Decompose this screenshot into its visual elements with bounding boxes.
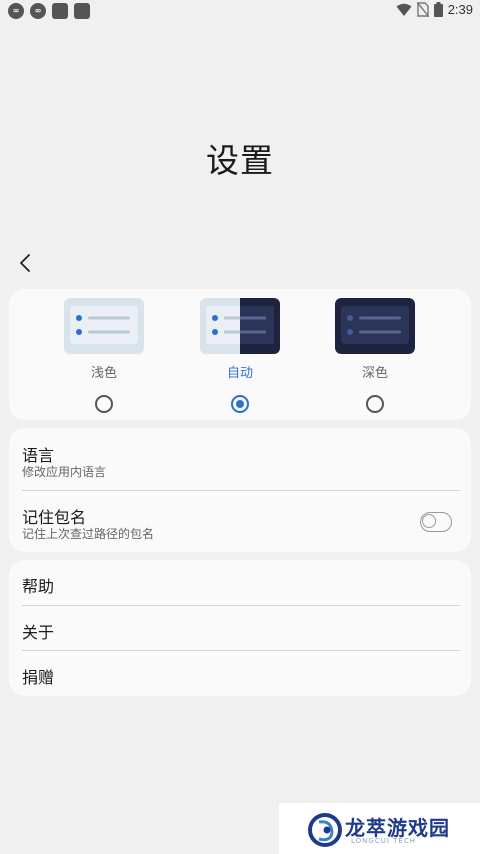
wifi-icon [396,3,412,16]
theme-selector-card: 浅色 自动 深色 [9,289,471,420]
help-row[interactable]: 帮助 [9,560,471,605]
auto-theme-preview [200,298,280,354]
theme-option-dark[interactable]: 深色 [335,298,415,413]
about-title: 关于 [22,623,55,642]
watermark-logo [308,813,342,847]
toggle-knob [422,514,436,528]
status-bar: ∞ ∞ 2:39 [0,0,480,24]
dark-theme-preview [335,298,415,354]
no-sim-icon [416,2,429,17]
clock: 2:39 [447,2,473,17]
infinity-badge-icon: ∞ [8,3,24,19]
app-square-icon [74,3,90,19]
light-theme-preview [64,298,144,354]
system-icons: 2:39 [396,2,473,17]
theme-label-auto: 自动 [226,366,253,381]
watermark-subtext: LONGCUI TECH [351,837,416,845]
radio-auto[interactable] [231,395,249,413]
settings-group-misc: 帮助 关于 捐赠 [9,560,471,696]
help-title: 帮助 [22,577,55,596]
battery-icon [433,2,443,17]
remember-package-toggle[interactable] [420,512,452,532]
donate-title: 捐赠 [22,668,55,687]
notification-icons: ∞ ∞ [8,3,90,19]
donate-row[interactable]: 捐赠 [9,651,471,696]
theme-label-light: 浅色 [90,366,117,381]
about-row[interactable]: 关于 [9,606,471,650]
settings-group-general: 语言 修改应用内语言 记住包名 记住上次查过路径的包名 [9,428,471,552]
back-icon[interactable] [14,250,38,276]
radio-dark[interactable] [366,395,384,413]
language-subtitle: 修改应用内语言 [22,465,107,479]
theme-label-dark: 深色 [361,366,388,381]
infinity-badge-icon: ∞ [30,3,46,19]
remember-package-row[interactable]: 记住包名 记住上次查过路径的包名 [9,491,471,552]
watermark: 龙萃游戏园 LONGCUI TECH [279,803,480,854]
remember-package-subtitle: 记住上次查过路径的包名 [22,527,155,541]
radio-light[interactable] [95,395,113,413]
page-title: 设置 [206,141,274,180]
theme-option-auto[interactable]: 自动 [200,298,280,413]
theme-option-light[interactable]: 浅色 [64,298,144,413]
app-square-icon [52,3,68,19]
language-row[interactable]: 语言 修改应用内语言 [9,428,471,490]
